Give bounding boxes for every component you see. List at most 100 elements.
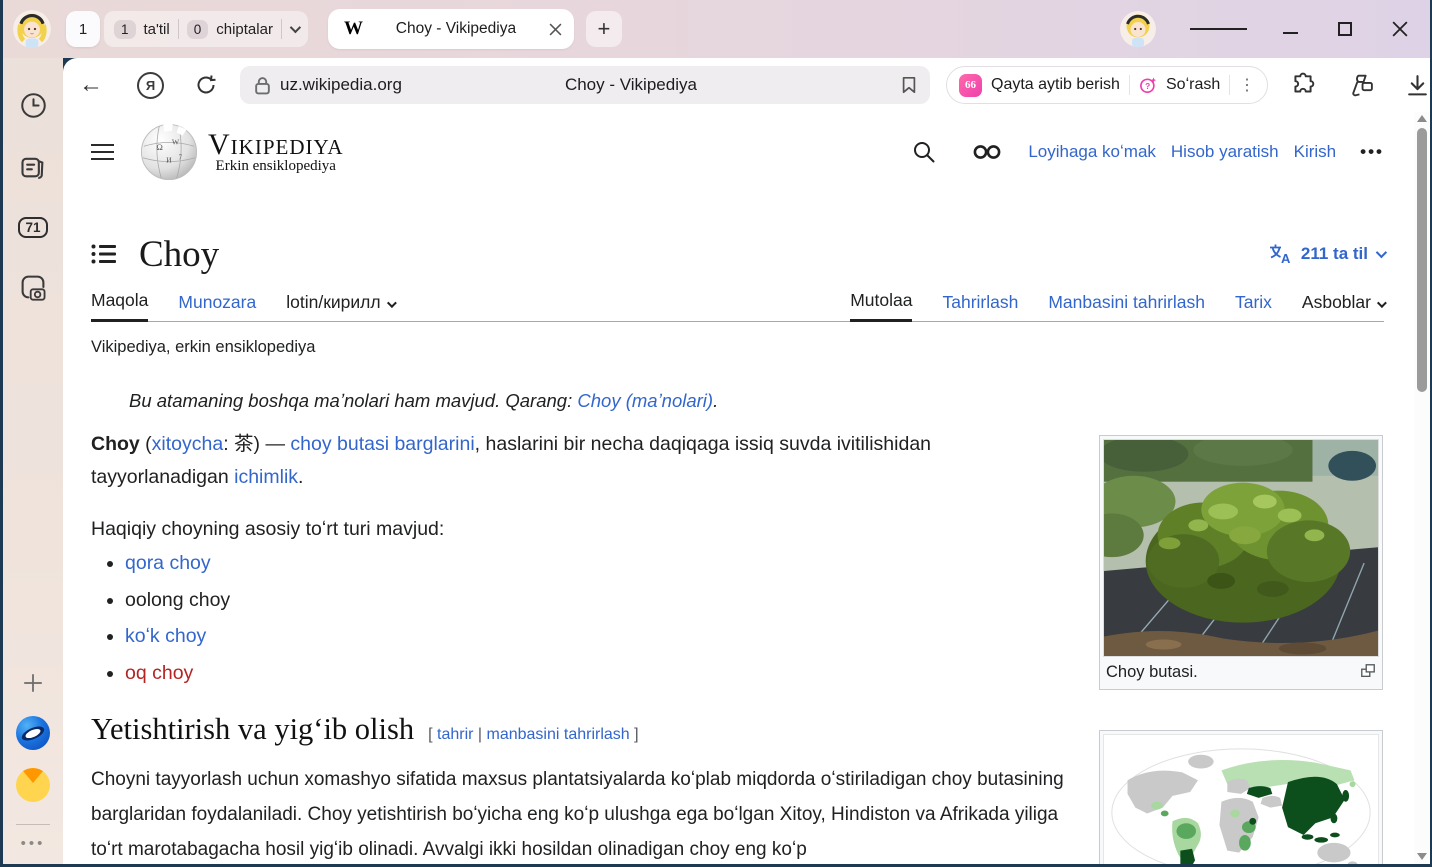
appearance-glasses-icon[interactable] bbox=[972, 143, 1002, 161]
tab-groups[interactable]: 1 ta'til 0 chiptalar bbox=[104, 11, 308, 47]
browser-window: 1 1 ta'til 0 chiptalar W Choy - Vikipedi… bbox=[3, 0, 1430, 864]
tab-read[interactable]: Mutolaa bbox=[850, 290, 912, 322]
types-intro: Haqiqiy choyning asosiy toʻrt turi mavju… bbox=[91, 518, 444, 541]
scroll-up-arrow[interactable] bbox=[1417, 115, 1427, 122]
edit-section-links[interactable]: [ tahrir | manbasini tahrirlash ] bbox=[428, 726, 638, 744]
group-tickets-count: 0 bbox=[187, 20, 209, 39]
girl-avatar-icon bbox=[1120, 11, 1156, 47]
yandex-browser-icon[interactable] bbox=[16, 716, 50, 750]
language-count: 211 ta til bbox=[1301, 244, 1368, 264]
group-tickets-label[interactable]: chiptalar bbox=[216, 21, 273, 38]
article-title-row: Choy A 211 ta til bbox=[91, 228, 1384, 280]
sidebar-more-icon[interactable]: ••• bbox=[21, 835, 46, 852]
section-heading-row: Yetishtirish va yigʻib olish [ tahrir | … bbox=[91, 712, 639, 747]
profile-avatar[interactable] bbox=[13, 10, 51, 48]
tab-script-switch[interactable]: lotin/кирилл bbox=[286, 292, 393, 321]
retell-button[interactable]: Qayta aytib berish bbox=[991, 76, 1120, 94]
divider bbox=[178, 19, 179, 39]
list-item-green-tea[interactable]: koʻk choy bbox=[125, 625, 230, 648]
search-icon[interactable] bbox=[912, 140, 936, 164]
language-selector[interactable]: A 211 ta til bbox=[1268, 243, 1384, 265]
sidebar-add-icon[interactable] bbox=[22, 672, 44, 694]
article-title: Choy bbox=[139, 233, 219, 276]
tab-strip: 1 1 ta'til 0 chiptalar W Choy - Vikipedi… bbox=[3, 0, 1430, 58]
tab-history[interactable]: Tarix bbox=[1235, 292, 1272, 321]
section-heading: Yetishtirish va yigʻib olish bbox=[91, 712, 414, 747]
retell-icon: 66 bbox=[959, 74, 982, 97]
svg-text:W: W bbox=[172, 137, 180, 146]
article-tabs: Maqola Munozara lotin/кирилл Mutolaa Tah… bbox=[91, 288, 1384, 322]
ai-capsule: 66 Qayta aytib berish ? Soʻrash ⋮ bbox=[946, 66, 1268, 104]
screenshot-camera-icon[interactable] bbox=[18, 272, 48, 302]
lead-paragraph: Choy (xitoycha: 茶) — choy butasi barglar… bbox=[91, 428, 1056, 494]
scroll-down-arrow[interactable] bbox=[1417, 853, 1427, 860]
wiki-header-more-icon[interactable]: ••• bbox=[1360, 142, 1384, 162]
site-tagline: Vikipediya, erkin ensiklopediya bbox=[91, 338, 315, 357]
new-tab-button[interactable]: + bbox=[586, 11, 622, 47]
feed-pages-icon[interactable] bbox=[19, 153, 47, 181]
history-clock-icon[interactable] bbox=[20, 92, 47, 119]
tab-talk[interactable]: Munozara bbox=[178, 292, 256, 321]
wiki-link-create-account[interactable]: Hisob yaratish bbox=[1171, 142, 1279, 162]
active-tab[interactable]: W Choy - Vikipediya bbox=[328, 9, 574, 49]
ask-ai-icon: ? bbox=[1139, 73, 1157, 97]
downloads-icon[interactable] bbox=[1405, 73, 1430, 98]
wiki-header: Ω W И 7 Vikipediya Erkin ensiklopediya bbox=[91, 118, 1384, 186]
url-host[interactable]: uz.wikipedia.org bbox=[280, 75, 402, 95]
counter-badge[interactable]: 71 bbox=[18, 217, 47, 238]
tab-article[interactable]: Maqola bbox=[91, 290, 148, 322]
bookmark-icon[interactable] bbox=[900, 75, 918, 95]
close-window-button[interactable] bbox=[1392, 21, 1408, 37]
wiki-menu-icon[interactable] bbox=[91, 139, 114, 165]
plus-icon: + bbox=[598, 16, 611, 42]
chevron-down-icon[interactable] bbox=[290, 22, 301, 33]
wiki-link-donate[interactable]: Loyihaga koʻmak bbox=[1028, 142, 1156, 162]
password-tag-icon[interactable] bbox=[1348, 72, 1375, 98]
divider bbox=[1229, 75, 1230, 95]
divider bbox=[1129, 75, 1130, 95]
group-vacation-label[interactable]: ta'til bbox=[144, 21, 170, 38]
svg-text:?: ? bbox=[1145, 81, 1150, 91]
tab-group-count: 1 bbox=[79, 21, 87, 38]
chevron-down-icon bbox=[1376, 247, 1387, 258]
lock-icon bbox=[254, 76, 271, 95]
browser-menu-icon[interactable] bbox=[1190, 25, 1247, 33]
tab-title: Choy - Vikipediya bbox=[363, 20, 549, 38]
wikipedia-globe-icon: Ω W И 7 bbox=[140, 123, 198, 181]
list-item-white-tea[interactable]: oq choy bbox=[125, 662, 230, 685]
wiki-logo[interactable]: Ω W И 7 Vikipediya Erkin ensiklopediya bbox=[140, 123, 344, 181]
wiki-wordmark: Vikipediya Erkin ensiklopediya bbox=[208, 130, 344, 175]
close-tab-icon[interactable] bbox=[549, 23, 562, 36]
tab-group-indicator[interactable]: 1 bbox=[66, 11, 100, 47]
extensions-puzzle-icon[interactable] bbox=[1290, 72, 1316, 98]
ask-ai-button[interactable]: Soʻrash bbox=[1166, 76, 1220, 94]
minimize-button[interactable] bbox=[1283, 24, 1298, 34]
thumbnail-tea-bush[interactable]: Choy butasi. bbox=[1099, 435, 1383, 690]
scrollbar-thumb[interactable] bbox=[1417, 128, 1427, 392]
enlarge-icon[interactable] bbox=[1360, 663, 1376, 679]
yandex-mail-icon[interactable] bbox=[16, 768, 50, 802]
svg-text:И: И bbox=[166, 156, 172, 165]
list-item-black-tea[interactable]: qora choy bbox=[125, 552, 230, 575]
url-page-title: Choy - Vikipediya bbox=[402, 75, 900, 95]
tab-edit[interactable]: Tahrirlash bbox=[942, 292, 1018, 321]
figure-caption: Choy butasi. bbox=[1106, 663, 1198, 682]
address-bar[interactable]: uz.wikipedia.org Choy - Vikipediya bbox=[240, 66, 930, 104]
capsule-menu-icon[interactable]: ⋮ bbox=[1239, 75, 1255, 95]
browser-sidebar: 71 ••• bbox=[3, 58, 63, 864]
yandex-button[interactable]: Я bbox=[137, 72, 164, 99]
account-avatar[interactable] bbox=[1120, 11, 1156, 47]
toc-list-icon[interactable] bbox=[91, 243, 117, 265]
wiki-logo-title: Vikipediya bbox=[208, 130, 344, 160]
tab-tools[interactable]: Asboblar bbox=[1302, 292, 1384, 321]
translate-icon: A bbox=[1268, 243, 1293, 265]
page-scrollbar[interactable] bbox=[1414, 112, 1430, 864]
svg-text:Ω: Ω bbox=[156, 142, 162, 152]
divider bbox=[281, 19, 282, 39]
wiki-link-login[interactable]: Kirish bbox=[1294, 142, 1337, 162]
reload-icon[interactable] bbox=[194, 73, 218, 97]
tab-edit-source[interactable]: Manbasini tahrirlash bbox=[1048, 292, 1205, 321]
back-button[interactable]: ← bbox=[79, 71, 103, 99]
thumbnail-tea-map[interactable] bbox=[1099, 730, 1383, 864]
maximize-button[interactable] bbox=[1338, 22, 1352, 36]
